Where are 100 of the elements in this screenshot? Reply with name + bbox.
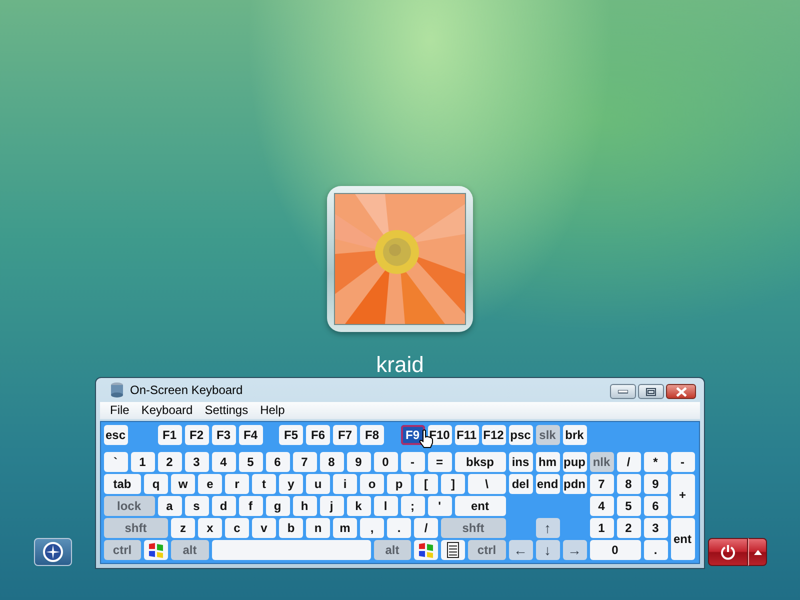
key[interactable]: *: [644, 452, 668, 472]
key[interactable]: v: [252, 518, 276, 538]
key[interactable]: ': [428, 496, 452, 516]
key[interactable]: b: [279, 518, 303, 538]
windows-key[interactable]: [414, 540, 438, 560]
key[interactable]: 6: [266, 452, 290, 472]
key[interactable]: esc: [104, 425, 128, 445]
key[interactable]: /: [616, 452, 640, 472]
key[interactable]: pup: [562, 452, 586, 472]
key[interactable]: 0: [374, 452, 398, 472]
key[interactable]: t: [252, 474, 276, 494]
key[interactable]: =: [428, 452, 452, 472]
key[interactable]: 7: [292, 452, 316, 472]
menu-item[interactable]: Settings: [200, 403, 256, 418]
key[interactable]: [: [414, 474, 438, 494]
key[interactable]: n: [306, 518, 330, 538]
key[interactable]: w: [171, 474, 195, 494]
menu-item[interactable]: Keyboard: [137, 403, 201, 418]
windows-key[interactable]: [144, 540, 168, 560]
key[interactable]: l: [374, 496, 398, 516]
key[interactable]: F7: [333, 425, 357, 445]
key[interactable]: pdn: [562, 474, 586, 494]
key[interactable]: i: [333, 474, 357, 494]
key[interactable]: 2: [616, 518, 640, 538]
key[interactable]: g: [266, 496, 290, 516]
key[interactable]: j: [320, 496, 344, 516]
key[interactable]: 3: [184, 452, 208, 472]
key[interactable]: hm: [536, 452, 560, 472]
key[interactable]: 2: [158, 452, 182, 472]
menu-item[interactable]: File: [106, 403, 138, 418]
key[interactable]: p: [387, 474, 411, 494]
key[interactable]: -: [670, 452, 694, 472]
key[interactable]: F11: [454, 425, 478, 445]
key[interactable]: -: [400, 452, 424, 472]
key[interactable]: F9: [400, 425, 424, 445]
key[interactable]: psc: [508, 425, 532, 445]
key[interactable]: r: [225, 474, 249, 494]
key[interactable]: m: [333, 518, 357, 538]
key[interactable]: 3: [644, 518, 668, 538]
key[interactable]: ←: [508, 540, 532, 560]
key[interactable]: lock: [104, 496, 154, 516]
key[interactable]: s: [184, 496, 208, 516]
key[interactable]: ctrl: [104, 540, 141, 560]
key[interactable]: F3: [212, 425, 236, 445]
key[interactable]: slk: [536, 425, 560, 445]
shutdown-button[interactable]: [708, 538, 748, 566]
key[interactable]: F4: [238, 425, 262, 445]
key[interactable]: F2: [184, 425, 208, 445]
key[interactable]: ctrl: [468, 540, 506, 560]
key[interactable]: a: [158, 496, 182, 516]
minimize-button[interactable]: [610, 384, 636, 399]
key[interactable]: x: [198, 518, 222, 538]
key[interactable]: u: [306, 474, 330, 494]
key[interactable]: ,: [360, 518, 384, 538]
key[interactable]: 1: [130, 452, 154, 472]
key[interactable]: 9: [346, 452, 370, 472]
key[interactable]: ins: [508, 452, 532, 472]
key[interactable]: del: [508, 474, 532, 494]
key[interactable]: y: [279, 474, 303, 494]
key[interactable]: ↑: [536, 518, 560, 538]
key[interactable]: c: [225, 518, 249, 538]
key[interactable]: k: [346, 496, 370, 516]
key[interactable]: ↓: [536, 540, 560, 560]
key[interactable]: F6: [306, 425, 330, 445]
key[interactable]: 9: [644, 474, 668, 494]
key[interactable]: 6: [644, 496, 668, 516]
key[interactable]: /: [414, 518, 438, 538]
key[interactable]: F8: [360, 425, 384, 445]
key[interactable]: 5: [238, 452, 262, 472]
ease-of-access-button[interactable]: [34, 538, 72, 566]
key[interactable]: .: [387, 518, 411, 538]
key[interactable]: 8: [320, 452, 344, 472]
key[interactable]: F1: [158, 425, 182, 445]
key[interactable]: F10: [428, 425, 452, 445]
key[interactable]: tab: [104, 474, 141, 494]
shutdown-options-button[interactable]: [748, 538, 767, 566]
key[interactable]: +: [670, 474, 694, 516]
key[interactable]: `: [104, 452, 128, 472]
key[interactable]: nlk: [590, 452, 614, 472]
key[interactable]: 4: [212, 452, 236, 472]
key[interactable]: ]: [441, 474, 465, 494]
key[interactable]: e: [198, 474, 222, 494]
menu-item[interactable]: Help: [256, 403, 293, 418]
key[interactable]: brk: [562, 425, 586, 445]
key[interactable]: \: [468, 474, 506, 494]
key[interactable]: 0: [590, 540, 640, 560]
key[interactable]: h: [292, 496, 316, 516]
key[interactable]: q: [144, 474, 168, 494]
close-button[interactable]: [666, 384, 696, 399]
key[interactable]: end: [536, 474, 560, 494]
key[interactable]: ent: [454, 496, 506, 516]
menu-key[interactable]: [441, 540, 465, 560]
maximize-button[interactable]: [638, 384, 664, 399]
key[interactable]: bksp: [454, 452, 506, 472]
key[interactable]: →: [562, 540, 586, 560]
key[interactable]: ;: [400, 496, 424, 516]
key[interactable]: .: [644, 540, 668, 560]
key[interactable]: shft: [441, 518, 506, 538]
key[interactable]: o: [360, 474, 384, 494]
key[interactable]: 7: [590, 474, 614, 494]
